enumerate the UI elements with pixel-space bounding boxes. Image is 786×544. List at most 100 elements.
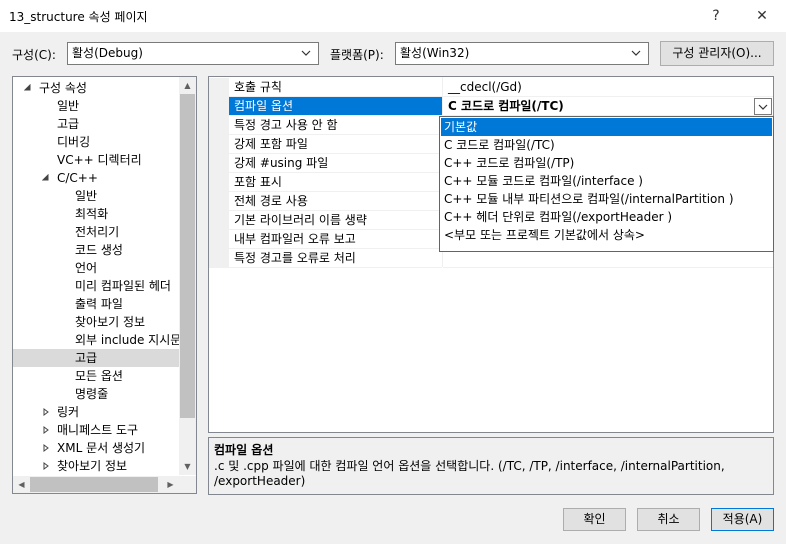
row-gutter [209, 230, 229, 249]
platform-combo[interactable]: 활성(Win32) [395, 42, 649, 65]
tree-item[interactable]: 최적화 [13, 205, 179, 223]
expanded-arrow-icon[interactable] [24, 84, 32, 92]
tree-item-label: 고급 [75, 351, 98, 365]
scroll-thumb[interactable] [30, 477, 158, 492]
description-text: .c 및 .cpp 파일에 대한 컴파일 언어 옵션을 선택합니다. (/TC,… [214, 459, 725, 488]
collapsed-arrow-icon[interactable] [42, 426, 50, 434]
chevron-down-icon [631, 43, 645, 64]
dropdown-option[interactable]: C++ 모듈 코드로 컴파일(/interface ) [441, 172, 772, 190]
property-value[interactable]: __cdecl(/Gd) [443, 78, 773, 97]
collapsed-arrow-icon[interactable] [42, 408, 50, 416]
property-name: 전체 경로 사용 [229, 192, 442, 211]
tree-item-label: 찾아보기 정보 [75, 315, 146, 329]
property-name: 강제 포함 파일 [229, 135, 442, 154]
tree-item[interactable]: 고급 [13, 115, 179, 133]
configuration-combo[interactable]: 활성(Debug) [67, 42, 319, 65]
chevron-down-icon [758, 104, 768, 110]
tree-horizontal-scrollbar[interactable]: ◀ ▶ [13, 476, 179, 493]
tree-item[interactable]: 디버깅 [13, 133, 179, 151]
dropdown-option[interactable]: 기본값 [441, 118, 772, 136]
row-gutter [209, 135, 229, 154]
collapsed-arrow-icon[interactable] [42, 462, 50, 470]
property-name: 내부 컴파일러 오류 보고 [229, 230, 442, 249]
tree-item-label: 미리 컴파일된 헤더 [75, 279, 171, 293]
property-name: 강제 #using 파일 [229, 154, 442, 173]
tree-item[interactable]: 전처리기 [13, 223, 179, 241]
collapsed-arrow-icon[interactable] [42, 444, 50, 452]
property-name: 특정 경고를 오류로 처리 [229, 249, 442, 268]
scroll-corner [179, 476, 196, 493]
row-gutter [209, 192, 229, 211]
apply-button[interactable]: 적용(A) [711, 508, 774, 531]
tree-item-label: VC++ 디렉터리 [57, 153, 142, 167]
dropdown-option[interactable]: <부모 또는 프로젝트 기본값에서 상속> [441, 226, 772, 244]
description-title: 컴파일 옵션 [214, 443, 274, 457]
dropdown-option[interactable]: C 코드로 컴파일(/TC) [441, 136, 772, 154]
tree-item[interactable]: 매니페스트 도구 [13, 421, 179, 439]
tree-item-label: 모든 옵션 [75, 369, 123, 383]
scroll-thumb[interactable] [180, 94, 195, 418]
scroll-up-icon[interactable]: ▲ [179, 77, 196, 94]
tree-item[interactable]: 링커 [13, 403, 179, 421]
tree-item-label: 찾아보기 정보 [57, 459, 128, 473]
configuration-label: 구성(C): [12, 48, 56, 62]
property-name: 기본 라이브러리 이름 생략 [229, 211, 442, 230]
help-button[interactable]: ? [702, 4, 730, 28]
property-row[interactable]: 컴파일 옵션 C 코드로 컴파일(/TC) [209, 97, 773, 116]
tree-item[interactable]: 코드 생성 [13, 241, 179, 259]
tree-item-label: 구성 속성 [39, 81, 87, 95]
dropdown-option[interactable]: C++ 코드로 컴파일(/TP) [441, 154, 772, 172]
tree-item-label: XML 문서 생성기 [57, 441, 146, 455]
tree-item-label: 출력 파일 [75, 297, 123, 311]
ok-button[interactable]: 확인 [563, 508, 626, 531]
tree-item-label: 일반 [57, 99, 80, 113]
tree-item-label: 디버깅 [57, 135, 91, 149]
dropdown-option[interactable]: C++ 헤더 단위로 컴파일(/exportHeader ) [441, 208, 772, 226]
row-gutter [209, 154, 229, 173]
tree-item-label: 최적화 [75, 207, 109, 221]
tree-item[interactable]: 외부 include 지시문 [13, 331, 182, 349]
tree-item[interactable]: 모든 옵션 [13, 367, 179, 385]
tree-item-label: 링커 [57, 405, 80, 419]
property-name: 호출 규칙 [229, 78, 442, 97]
property-row[interactable]: 호출 규칙 __cdecl(/Gd) [209, 78, 773, 97]
configuration-manager-button[interactable]: 구성 관리자(O)... [660, 41, 774, 66]
tree-item[interactable]: 찾아보기 정보 [13, 457, 179, 475]
cancel-button[interactable]: 취소 [637, 508, 700, 531]
scroll-right-icon[interactable]: ▶ [162, 476, 179, 493]
window-title: 13_structure 속성 페이지 [9, 10, 148, 24]
tree-item[interactable]: 찾아보기 정보 [13, 313, 179, 331]
tree-item[interactable]: 미리 컴파일된 헤더 [13, 277, 179, 295]
row-gutter [209, 116, 229, 135]
row-gutter [209, 173, 229, 192]
tree-item[interactable]: XML 문서 생성기 [13, 439, 179, 457]
dropdown-option[interactable]: C++ 모듈 내부 파티션으로 컴파일(/internalPartition ) [441, 190, 772, 208]
expanded-arrow-icon[interactable] [42, 174, 50, 182]
close-button[interactable]: ✕ [748, 4, 776, 28]
tree-item[interactable]: VC++ 디렉터리 [13, 151, 179, 169]
tree-vertical-scrollbar[interactable]: ▲ ▼ [179, 77, 196, 475]
tree-item[interactable]: 고급 [13, 349, 179, 367]
tree-item[interactable]: 일반 [13, 187, 179, 205]
compile-as-dropdown-list[interactable]: 기본값 C 코드로 컴파일(/TC) C++ 코드로 컴파일(/TP) C++ 모듈 … [439, 116, 774, 252]
tree-item-label: 외부 include 지시문 [75, 333, 182, 347]
row-gutter [209, 78, 229, 97]
property-tree[interactable]: 구성 속성 일반 고급 디버깅 VC++ 디렉터리 C/C++ 일반 최적화 전처리기 코드 생성… [12, 76, 197, 494]
tree-item[interactable]: 명령줄 [13, 385, 179, 403]
tree-item-label: 코드 생성 [75, 243, 123, 257]
value-dropdown-button[interactable] [754, 98, 772, 115]
property-value[interactable]: C 코드로 컴파일(/TC) [443, 97, 773, 116]
row-gutter [209, 249, 229, 268]
tree-item[interactable]: 일반 [13, 97, 179, 115]
tree-item[interactable]: 출력 파일 [13, 295, 179, 313]
tree-item-label: 전처리기 [75, 225, 120, 239]
property-name: 특정 경고 사용 안 함 [229, 116, 442, 135]
tree-item[interactable]: 구성 속성 [13, 79, 179, 97]
tree-item[interactable]: C/C++ [13, 169, 179, 187]
tree-item[interactable]: 언어 [13, 259, 179, 277]
scroll-down-icon[interactable]: ▼ [179, 458, 196, 475]
tree-item-label: 언어 [75, 261, 98, 275]
configuration-value: 활성(Debug) [72, 46, 143, 60]
tree-item-label: C/C++ [57, 171, 98, 185]
scroll-left-icon[interactable]: ◀ [13, 476, 30, 493]
